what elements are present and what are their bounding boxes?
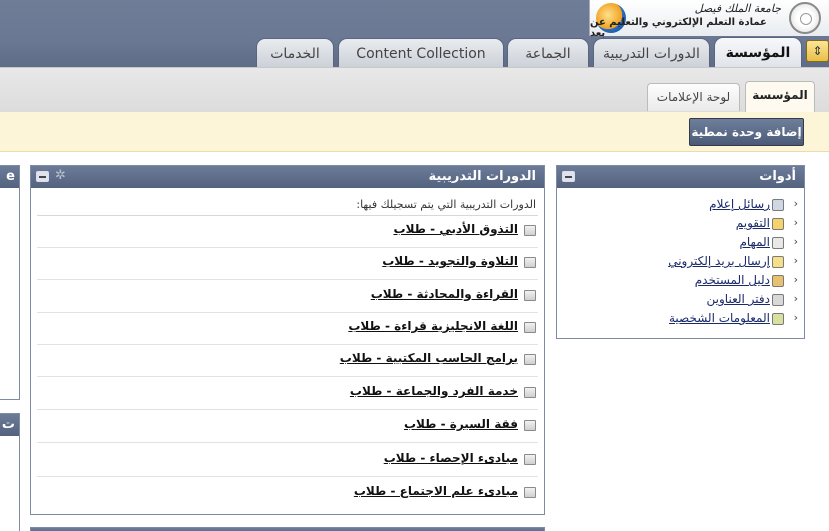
- list-item: فقة السيرة - طلاب: [37, 411, 538, 443]
- chevron-left-icon: ‹: [793, 197, 798, 210]
- course-book-icon: [524, 225, 536, 236]
- course-book-icon: [524, 420, 536, 431]
- tool-link-announcements[interactable]: رسائل إعلام: [709, 197, 770, 211]
- course-book-icon: [524, 387, 536, 398]
- chevron-left-icon: ‹: [793, 235, 798, 248]
- courses-subtitle: الدورات التدريبية التي يتم تسجيلك فيها:: [356, 198, 536, 211]
- tools-module-title: أدوات: [759, 169, 796, 184]
- minimize-icon[interactable]: [562, 171, 575, 182]
- tool-link-send-email[interactable]: إرسال بريد إلكتروني: [668, 254, 770, 268]
- list-item: خدمة الفرد والجماعة - طلاب: [37, 378, 538, 410]
- course-link[interactable]: اللغة الانجليزية قراءة - طلاب: [348, 319, 518, 333]
- mail-icon: [772, 256, 784, 268]
- list-item: ‹ إرسال بريد إلكتروني: [557, 254, 804, 273]
- personal-info-icon: [772, 313, 784, 325]
- chevron-left-icon: ‹: [793, 273, 798, 286]
- tab-services[interactable]: الخدمات: [256, 38, 334, 70]
- directory-icon: [772, 275, 784, 287]
- tab-institution[interactable]: المؤسسة: [714, 37, 802, 71]
- left-module-header: e: [0, 166, 19, 188]
- course-link[interactable]: التذوق الأدبي - طلاب: [394, 222, 518, 236]
- tool-link-address-book[interactable]: دفتر العناوين: [707, 292, 770, 306]
- list-item: التذوق الأدبي - طلاب: [37, 216, 538, 248]
- tabs-toggle-icon[interactable]: ⇕: [806, 40, 829, 62]
- seal-icon: [789, 2, 821, 34]
- course-book-icon: [524, 454, 536, 465]
- left-module-title-2: ت: [1, 417, 15, 432]
- list-item: ‹ المعلومات الشخصية: [557, 311, 804, 330]
- list-item: ‹ دفتر العناوين: [557, 292, 804, 311]
- chevron-left-icon: ‹: [793, 311, 798, 324]
- list-item: ‹ دليل المستخدم: [557, 273, 804, 292]
- add-module-button[interactable]: إضافة وحدة نمطية: [689, 118, 804, 146]
- course-book-icon: [524, 290, 536, 301]
- list-item: مبادىء علم الاجتماع - طلاب: [37, 478, 538, 510]
- minimize-icon[interactable]: [36, 171, 49, 182]
- address-book-icon: [772, 294, 784, 306]
- left-module-header-2: ت: [0, 414, 19, 436]
- course-link[interactable]: التلاوة والتجويد - طلاب: [382, 254, 518, 268]
- tab-courses[interactable]: الدورات التدريبية: [593, 38, 710, 70]
- list-item: القراءة والمحادثة - طلاب: [37, 281, 538, 313]
- left-module-partial: e: [0, 165, 20, 400]
- left-module-title: e: [6, 169, 15, 184]
- subtab-institution[interactable]: المؤسسة: [745, 81, 815, 112]
- list-item: التلاوة والتجويد - طلاب: [37, 248, 538, 280]
- list-item: ‹ رسائل إعلام: [557, 197, 804, 216]
- tab-community[interactable]: الجماعة: [507, 38, 589, 70]
- tools-list: ‹ رسائل إعلام ‹ التقويم ‹ المهام ‹ إرسال بري…: [557, 197, 804, 330]
- courses-module-header: ✲ الدورات التدريبية: [31, 166, 544, 188]
- tool-link-user-directory[interactable]: دليل المستخدم: [695, 273, 770, 287]
- course-link[interactable]: خدمة الفرد والجماعة - طلاب: [350, 384, 518, 398]
- list-item: برامج الحاسب المكتبية - طلاب: [37, 345, 538, 377]
- chevron-left-icon: ‹: [793, 254, 798, 267]
- speaker-icon: [772, 199, 784, 211]
- course-link[interactable]: القراءة والمحادثة - طلاب: [371, 287, 518, 301]
- course-link[interactable]: مبادىء الإحصاء - طلاب: [384, 451, 518, 465]
- list-item: ‹ المهام: [557, 235, 804, 254]
- course-book-icon: [524, 487, 536, 498]
- subtab-announcements[interactable]: لوحة الإعلامات: [647, 83, 740, 111]
- list-item: ‹ التقويم: [557, 216, 804, 235]
- course-book-icon: [524, 257, 536, 268]
- course-book-icon: [524, 322, 536, 333]
- university-logo[interactable]: جامعة الملك فيصل عمادة التعلم الإلكتروني…: [589, 0, 829, 39]
- next-module-header-partial: [30, 527, 545, 531]
- course-link[interactable]: برامج الحاسب المكتبية - طلاب: [340, 351, 518, 365]
- tool-link-calendar[interactable]: التقويم: [736, 216, 770, 230]
- course-link[interactable]: فقة السيرة - طلاب: [404, 417, 518, 431]
- list-item: اللغة الانجليزية قراءة - طلاب: [37, 313, 538, 345]
- tool-link-tasks[interactable]: المهام: [739, 235, 770, 249]
- course-link[interactable]: مبادىء علم الاجتماع - طلاب: [354, 484, 518, 498]
- gear-icon[interactable]: ✲: [55, 168, 66, 183]
- courses-module-title: الدورات التدريبية: [428, 169, 536, 184]
- chevron-left-icon: ‹: [793, 292, 798, 305]
- calendar-icon: [772, 218, 784, 230]
- left-module-partial-2: ت: [0, 413, 20, 531]
- courses-module: ✲ الدورات التدريبية الدورات التدريبية ال…: [30, 165, 545, 515]
- course-book-icon: [524, 354, 536, 365]
- logo-deanship-name: عمادة التعلم الإلكتروني والتعليم عن بعد: [590, 17, 767, 39]
- tasks-icon: [772, 237, 784, 249]
- list-item: مبادىء الإحصاء - طلاب: [37, 445, 538, 477]
- tool-link-personal-info[interactable]: المعلومات الشخصية: [669, 311, 770, 325]
- logo-university-name: جامعة الملك فيصل: [694, 2, 781, 15]
- tools-module: أدوات ‹ رسائل إعلام ‹ التقويم ‹ المهام ‹ إرس…: [556, 165, 805, 339]
- tab-content-collection[interactable]: Content Collection: [338, 38, 504, 70]
- tools-module-header: أدوات: [557, 166, 804, 188]
- chevron-left-icon: ‹: [793, 216, 798, 229]
